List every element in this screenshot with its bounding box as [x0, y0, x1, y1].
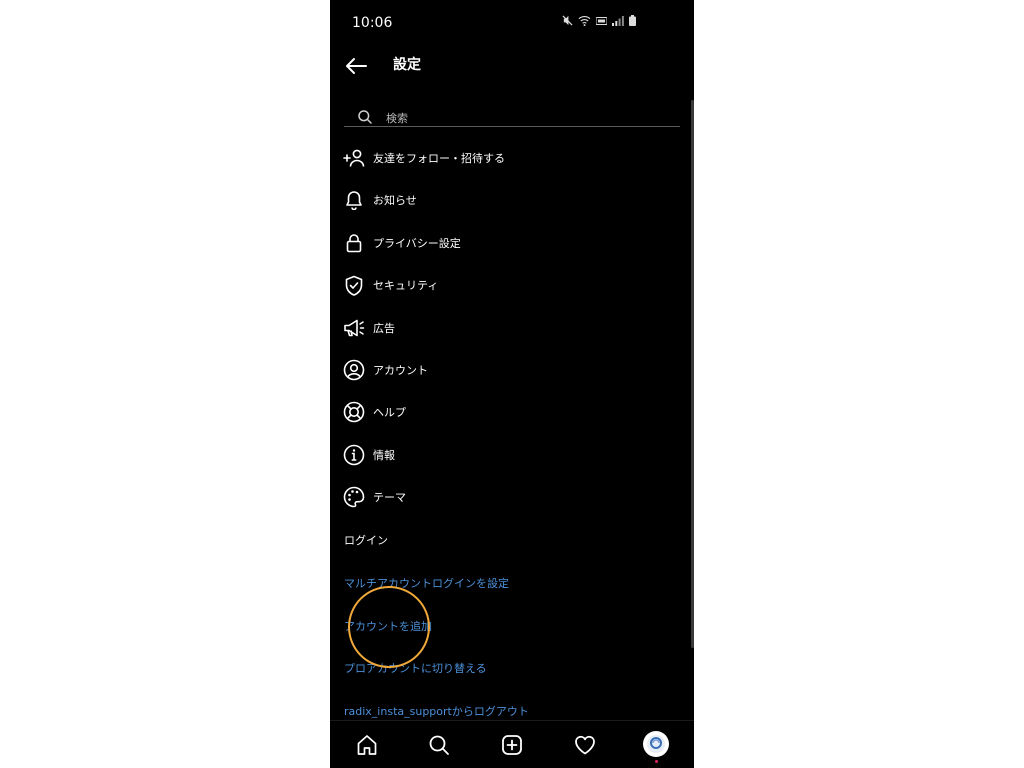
status-bar: 10:06 — [330, 0, 694, 44]
menu-item-label: お知らせ — [373, 194, 417, 207]
new-post-button[interactable] — [498, 731, 526, 759]
wifi-icon — [578, 15, 591, 26]
menu-item-notifications[interactable]: お知らせ — [330, 181, 670, 217]
header: 設定 — [330, 44, 694, 88]
mute-icon — [562, 15, 573, 26]
login-section-heading: ログイン — [344, 534, 388, 547]
add-post-icon — [502, 735, 522, 755]
menu-item-info[interactable]: 情報 — [330, 436, 670, 472]
scrollbar[interactable] — [691, 100, 694, 648]
page-title: 設定 — [393, 57, 421, 73]
menu-item-label: ヘルプ — [373, 406, 406, 419]
add-account-link[interactable]: アカウントを追加 — [344, 618, 432, 634]
menu-item-label: アカウント — [373, 364, 428, 377]
menu-item-label: 友達をフォロー・招待する — [373, 152, 505, 165]
phone-screen: 10:06 設定 友達をフォロー・招待する お知らせ — [330, 0, 694, 768]
menu-item-label: プライバシー設定 — [373, 237, 461, 250]
menu-item-theme[interactable]: テーマ — [330, 478, 670, 514]
shield-check-icon — [342, 273, 366, 297]
search-nav-button[interactable] — [425, 731, 453, 759]
status-time: 10:06 — [352, 15, 393, 31]
menu-item-security[interactable]: セキュリティ — [330, 266, 670, 302]
menu-item-label: 情報 — [373, 449, 395, 462]
menu-item-label: テーマ — [373, 491, 406, 504]
account-circle-icon — [342, 358, 366, 382]
bell-icon — [342, 188, 366, 212]
battery-icon — [629, 15, 636, 26]
volte-icon — [596, 16, 607, 25]
signal-icon — [612, 15, 624, 26]
menu-item-privacy[interactable]: プライバシー設定 — [330, 224, 670, 260]
home-icon — [357, 735, 377, 755]
avatar-logo-icon — [647, 735, 665, 753]
search-bar[interactable] — [344, 106, 680, 127]
heart-icon — [575, 735, 595, 755]
menu-item-help[interactable]: ヘルプ — [330, 393, 670, 429]
back-button[interactable] — [342, 52, 370, 80]
logout-link[interactable]: radix_insta_supportからログアウト — [344, 703, 529, 719]
menu-item-follow-invite[interactable]: 友達をフォロー・招待する — [330, 139, 670, 175]
info-icon — [342, 443, 366, 467]
switch-pro-account-link[interactable]: プロアカウントに切り替える — [344, 660, 487, 676]
activity-button[interactable] — [571, 731, 599, 759]
palette-icon — [342, 485, 366, 509]
add-person-icon — [342, 146, 366, 170]
megaphone-icon — [342, 316, 366, 340]
menu-item-account[interactable]: アカウント — [330, 351, 670, 387]
menu-item-label: 広告 — [373, 322, 395, 335]
search-icon — [429, 735, 449, 755]
notification-dot — [655, 760, 658, 763]
lifebuoy-icon — [342, 400, 366, 424]
home-button[interactable] — [353, 731, 381, 759]
search-icon — [358, 110, 372, 124]
status-icons — [562, 15, 636, 26]
menu-item-label: セキュリティ — [373, 279, 439, 292]
multi-account-login-link[interactable]: マルチアカウントログインを設定 — [344, 575, 509, 591]
search-input[interactable] — [386, 110, 666, 126]
bottom-nav — [330, 720, 694, 768]
menu-item-ads[interactable]: 広告 — [330, 309, 670, 345]
profile-avatar[interactable] — [643, 731, 669, 757]
arrow-left-icon — [346, 58, 367, 74]
lock-icon — [342, 231, 366, 255]
